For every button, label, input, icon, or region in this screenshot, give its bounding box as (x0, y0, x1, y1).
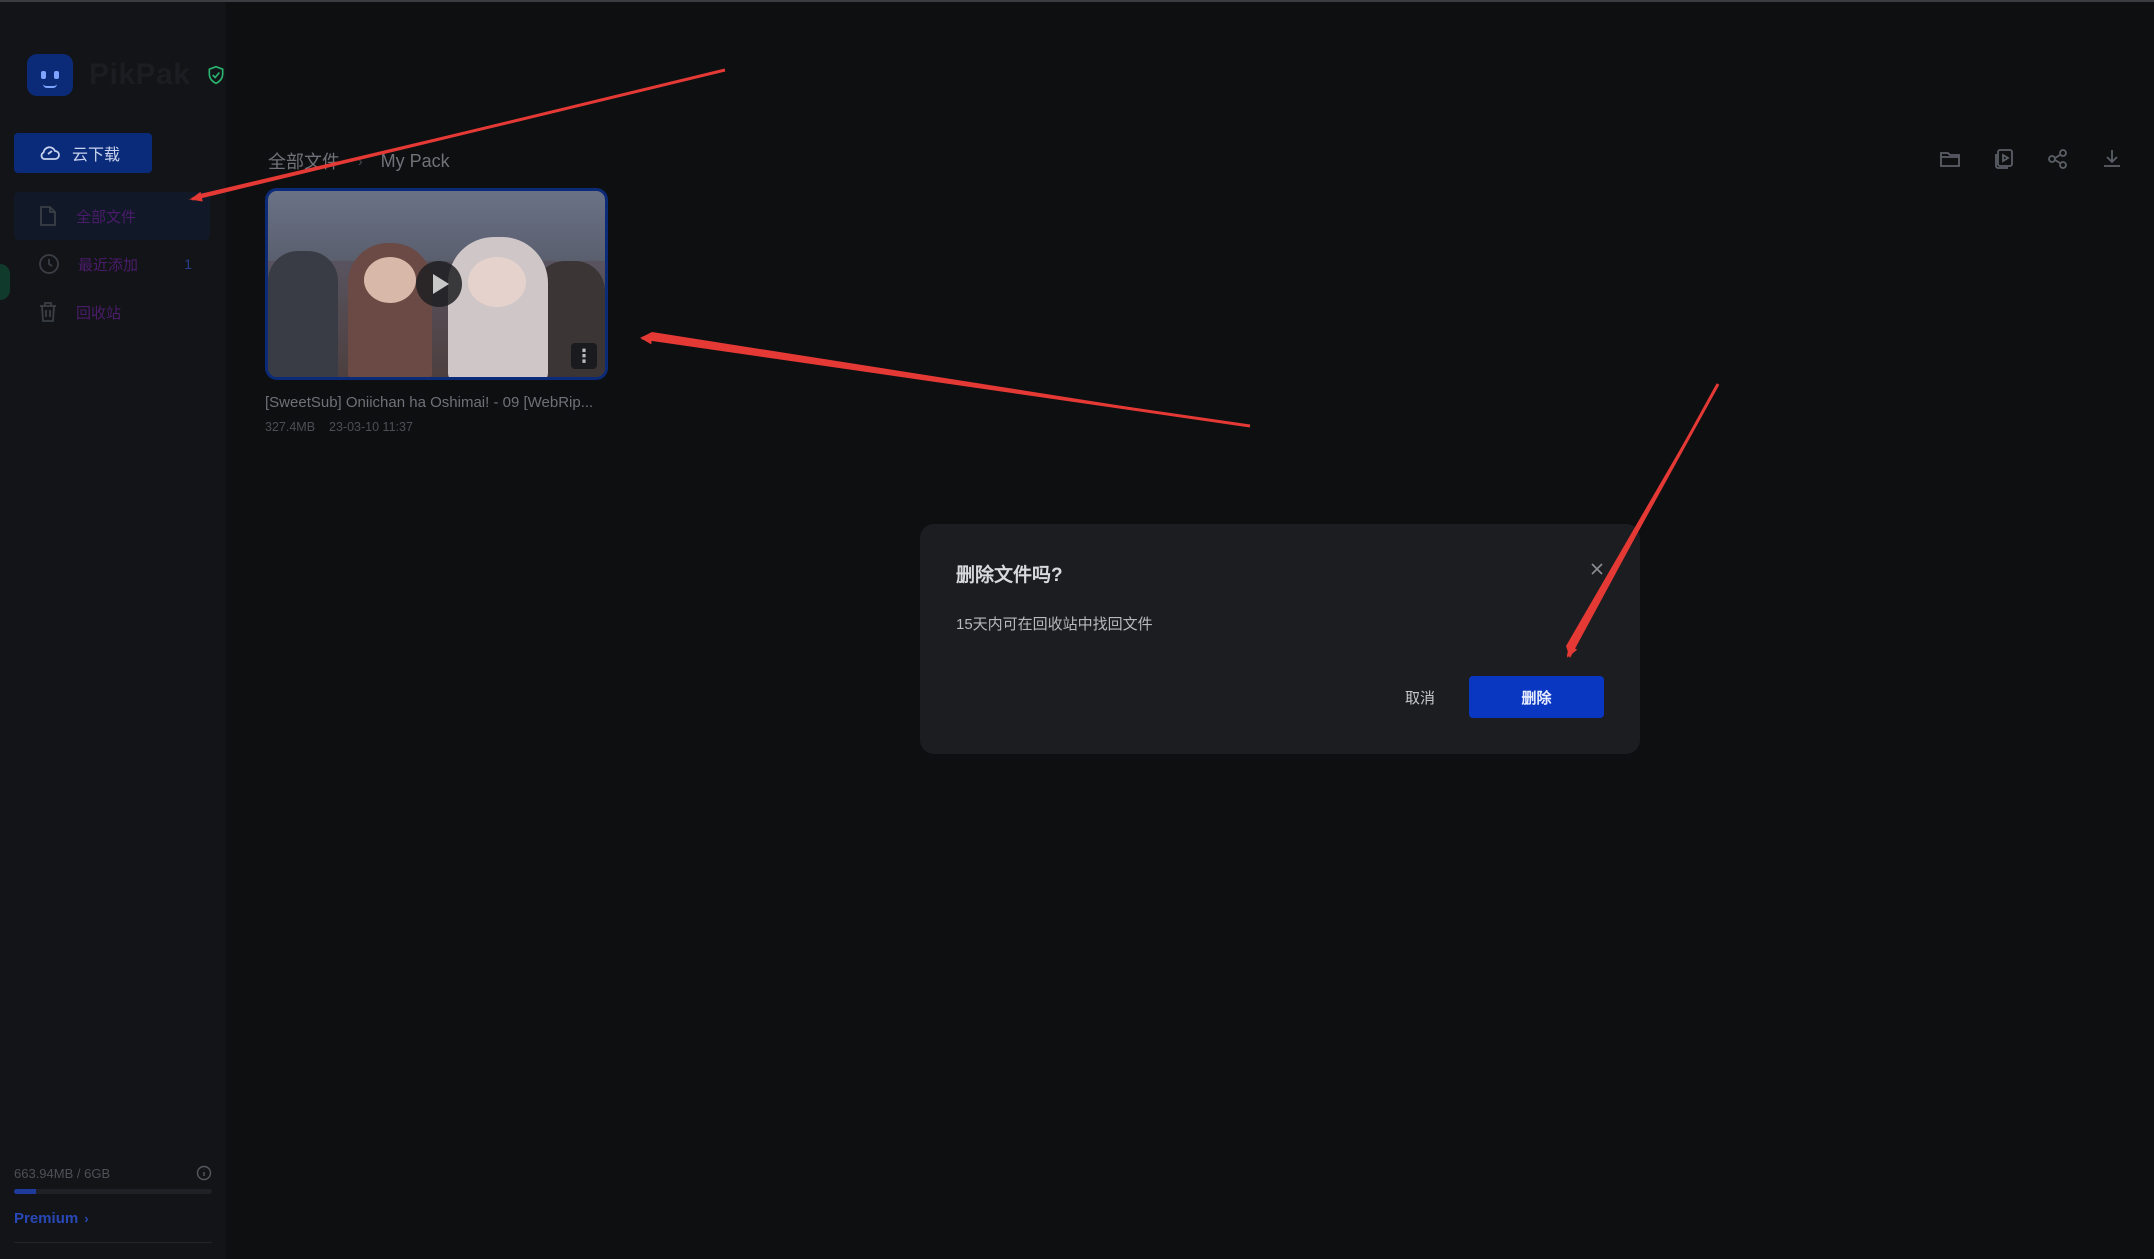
logo-mark-icon (27, 54, 73, 96)
file-size: 327.4MB (265, 420, 316, 434)
cancel-button[interactable]: 取消 (1401, 687, 1439, 708)
cloud-download-label: 云下载 (72, 147, 121, 164)
sidebar-item-label: 全部文件 (76, 208, 137, 226)
play-icon[interactable] (416, 261, 462, 307)
annotation-arrow (640, 334, 1251, 428)
premium-link[interactable]: Premium › (14, 1210, 212, 1227)
download-icon[interactable] (2100, 147, 2124, 171)
storage-usage-text: 663.94MB / 6GB (14, 1165, 111, 1181)
dialog-actions: 取消 删除 (1401, 676, 1604, 718)
breadcrumb: 全部文件 › My Pack (268, 148, 450, 174)
sidebar-nav: 全部文件 最近添加 1 回收站 (14, 192, 210, 336)
toolbar (1938, 147, 2124, 171)
storage-panel: 663.94MB / 6GB Premium › (14, 1165, 212, 1227)
sidebar: PikPak 云下载 全部文件 最近添加 1 回收站 663.94MB / 6G… (0, 2, 226, 1259)
sidebar-item-label: 回收站 (76, 304, 122, 322)
breadcrumb-root[interactable]: 全部文件 (268, 148, 340, 174)
premium-label: Premium (14, 1210, 79, 1227)
sidebar-divider (14, 1242, 212, 1243)
file-date: 23-03-10 11:37 (329, 420, 413, 434)
share-icon[interactable] (2046, 147, 2070, 171)
sidebar-item-recent[interactable]: 最近添加 1 (14, 240, 210, 288)
storage-progress-fill (14, 1189, 36, 1194)
more-options-icon[interactable]: ⋮ (571, 343, 597, 369)
sidebar-item-all-files[interactable]: 全部文件 (14, 192, 210, 240)
storage-progress-bar (14, 1189, 212, 1194)
recent-count-badge: 1 (184, 256, 192, 272)
trash-icon (40, 302, 56, 322)
annotation-arrow (190, 68, 726, 202)
chevron-right-icon: › (358, 153, 363, 169)
file-name[interactable]: [SweetSub] Oniichan ha Oshimai! - 09 [We… (265, 394, 610, 411)
annotation-arrow (640, 332, 1250, 426)
dialog-message: 15天内可在回收站中找回文件 (956, 616, 1153, 633)
delete-confirm-dialog: 删除文件吗? 15天内可在回收站中找回文件 取消 删除 (920, 524, 1640, 754)
folder-icon[interactable] (1938, 147, 1962, 171)
video-thumbnail[interactable]: ⋮ (265, 188, 608, 380)
app-window: PikPak 云下载 全部文件 最近添加 1 回收站 663.94MB / 6G… (0, 0, 2154, 1259)
delete-button[interactable]: 删除 (1469, 676, 1604, 718)
app-name: PikPak (89, 58, 191, 91)
file-icon (40, 206, 56, 226)
side-handle[interactable] (0, 264, 10, 300)
breadcrumb-current: My Pack (380, 150, 450, 171)
clock-icon (39, 254, 59, 274)
annotation-arrow (188, 70, 725, 200)
info-icon[interactable] (196, 1165, 212, 1181)
dialog-title: 删除文件吗? (956, 565, 1063, 586)
shield-check-icon (208, 65, 224, 85)
cloud-link-icon (40, 146, 60, 160)
file-meta: 327.4MB 23-03-10 11:37 (265, 420, 413, 434)
sidebar-item-trash[interactable]: 回收站 (14, 288, 210, 336)
logo: PikPak (27, 54, 226, 96)
close-icon[interactable] (1590, 562, 1604, 576)
cloud-download-button[interactable]: 云下载 (14, 133, 152, 173)
chevron-right-icon: › (84, 1211, 89, 1226)
sidebar-item-label: 最近添加 (78, 256, 139, 274)
media-icon[interactable] (1992, 147, 2016, 171)
